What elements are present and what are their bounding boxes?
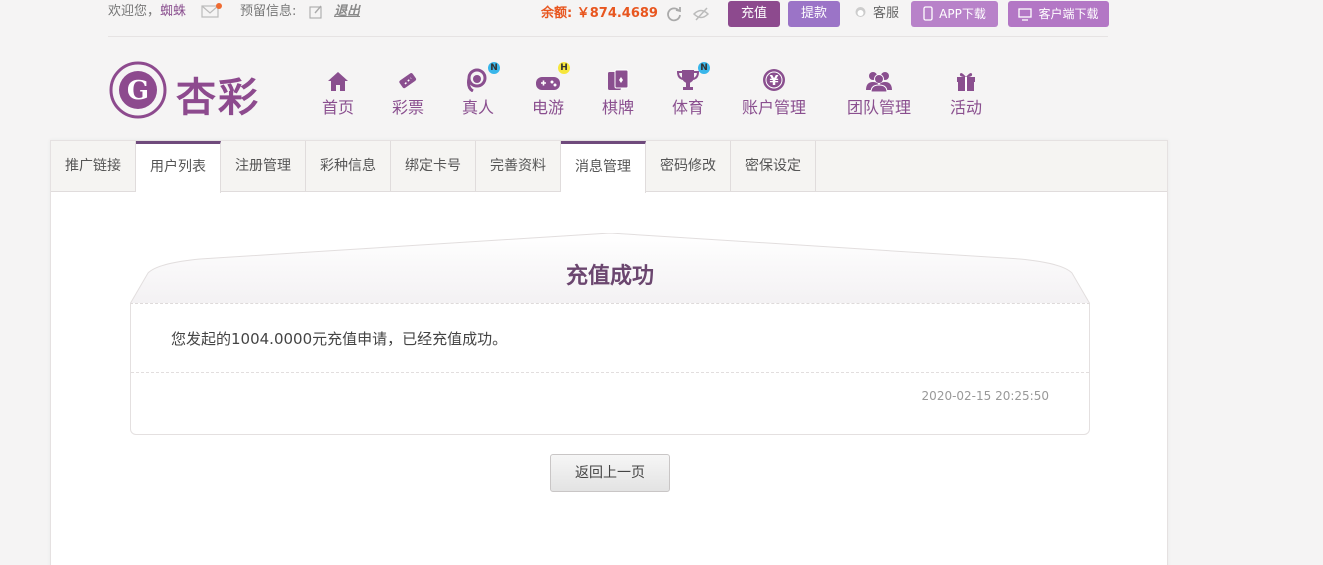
nav-egames[interactable]: H 电游 bbox=[530, 62, 570, 118]
tab-change-password[interactable]: 密码修改 bbox=[646, 141, 731, 192]
app-download-button[interactable]: APP下载 bbox=[911, 1, 998, 27]
message-divider bbox=[131, 372, 1089, 373]
tab-user-list[interactable]: 用户列表 bbox=[136, 141, 221, 193]
gamepad-icon bbox=[536, 77, 560, 90]
message-body: 您发起的1004.0000元充值申请，已经充值成功。 2020-02-15 20… bbox=[130, 303, 1090, 435]
home-icon bbox=[328, 72, 348, 91]
client-download-label: 客户端下载 bbox=[1038, 7, 1099, 21]
hide-balance-icon[interactable] bbox=[692, 5, 710, 23]
app-download-label: APP下载 bbox=[939, 7, 986, 21]
nav-label: 体育 bbox=[671, 98, 704, 117]
balance-text: 余额: ￥874.4689 bbox=[541, 6, 658, 21]
nav-team[interactable]: 团队管理 bbox=[845, 64, 913, 118]
nav-label: 棋牌 bbox=[601, 98, 634, 117]
nav-activities[interactable]: 活动 bbox=[948, 64, 984, 118]
phone-icon bbox=[923, 6, 933, 21]
top-bar: 欢迎您， 蜘蛛 预留信息: 退出 余额: ￥874.4689 充值 提款 客服 … bbox=[0, 0, 1323, 37]
svg-text:G: G bbox=[127, 76, 149, 106]
team-icon bbox=[866, 72, 892, 92]
tab-register-manage[interactable]: 注册管理 bbox=[221, 141, 306, 192]
nav-label: 团队管理 bbox=[846, 98, 911, 117]
tab-security-question[interactable]: 密保设定 bbox=[731, 141, 816, 192]
nav-label: 彩票 bbox=[391, 98, 424, 117]
tab-bind-card[interactable]: 绑定卡号 bbox=[391, 141, 476, 192]
username[interactable]: 蜘蛛 bbox=[160, 0, 186, 24]
nav-account[interactable]: ¥ 账户管理 bbox=[740, 64, 808, 118]
tab-messages[interactable]: 消息管理 bbox=[561, 141, 646, 193]
nav-label: 电游 bbox=[531, 98, 564, 117]
tab-complete-profile[interactable]: 完善资料 bbox=[476, 141, 561, 192]
topbar-divider bbox=[108, 36, 1108, 37]
refresh-icon[interactable] bbox=[665, 5, 683, 23]
svg-text:¥: ¥ bbox=[769, 74, 778, 89]
message-title: 充值成功 bbox=[565, 264, 654, 289]
tab-bar: 推广链接 用户列表 注册管理 彩种信息 绑定卡号 完善资料 消息管理 密码修改 … bbox=[51, 141, 1167, 193]
message-card: 充值成功 您发起的1004.0000元充值申请，已经充值成功。 2020-02-… bbox=[130, 233, 1090, 436]
nav-cards[interactable]: 棋牌 bbox=[600, 64, 636, 118]
nav-label: 首页 bbox=[321, 98, 354, 117]
welcome-text: 欢迎您， bbox=[108, 4, 161, 19]
edit-icon[interactable] bbox=[309, 4, 323, 19]
customer-service-link[interactable]: 客服 bbox=[873, 2, 899, 26]
site-logo[interactable]: G 杏彩 bbox=[108, 57, 268, 123]
hot-badge: H bbox=[558, 62, 570, 74]
nav-lottery[interactable]: 彩票 bbox=[390, 64, 426, 118]
customer-service-icon[interactable] bbox=[853, 6, 868, 21]
recharge-button[interactable]: 充值 bbox=[728, 1, 780, 27]
nav-live[interactable]: N 真人 bbox=[460, 62, 500, 118]
message-timestamp: 2020-02-15 20:25:50 bbox=[921, 389, 1049, 403]
message-text: 您发起的1004.0000元充值申请，已经充值成功。 bbox=[171, 330, 508, 348]
back-button[interactable]: 返回上一页 bbox=[550, 454, 670, 492]
nav-home[interactable]: 首页 bbox=[320, 64, 356, 118]
reserved-info-label: 预留信息: bbox=[240, 4, 297, 19]
withdraw-button[interactable]: 提款 bbox=[788, 1, 840, 27]
cards-icon bbox=[608, 69, 629, 90]
main-panel: 推广链接 用户列表 注册管理 彩种信息 绑定卡号 完善资料 消息管理 密码修改 … bbox=[50, 140, 1168, 565]
client-download-button[interactable]: 客户端下载 bbox=[1008, 1, 1109, 27]
nav-sports[interactable]: N 体育 bbox=[670, 62, 710, 118]
new-badge: N bbox=[698, 62, 710, 74]
gift-icon bbox=[957, 73, 975, 91]
nav-label: 真人 bbox=[461, 98, 494, 117]
tab-lottery-info[interactable]: 彩种信息 bbox=[306, 141, 391, 192]
live-dealer-icon bbox=[467, 68, 487, 92]
nav-label: 活动 bbox=[949, 98, 982, 117]
monitor-icon bbox=[1018, 8, 1033, 21]
logo-text: 杏彩 bbox=[176, 74, 260, 121]
nav-label: 账户管理 bbox=[741, 98, 806, 117]
logout-link[interactable]: 退出 bbox=[334, 0, 360, 24]
mail-icon[interactable] bbox=[201, 3, 222, 19]
tab-promo-link[interactable]: 推广链接 bbox=[51, 141, 136, 192]
lottery-ticket-icon bbox=[399, 73, 417, 89]
trophy-icon bbox=[676, 70, 700, 90]
yen-coin-icon: ¥ bbox=[763, 69, 785, 91]
new-badge: N bbox=[488, 62, 500, 74]
